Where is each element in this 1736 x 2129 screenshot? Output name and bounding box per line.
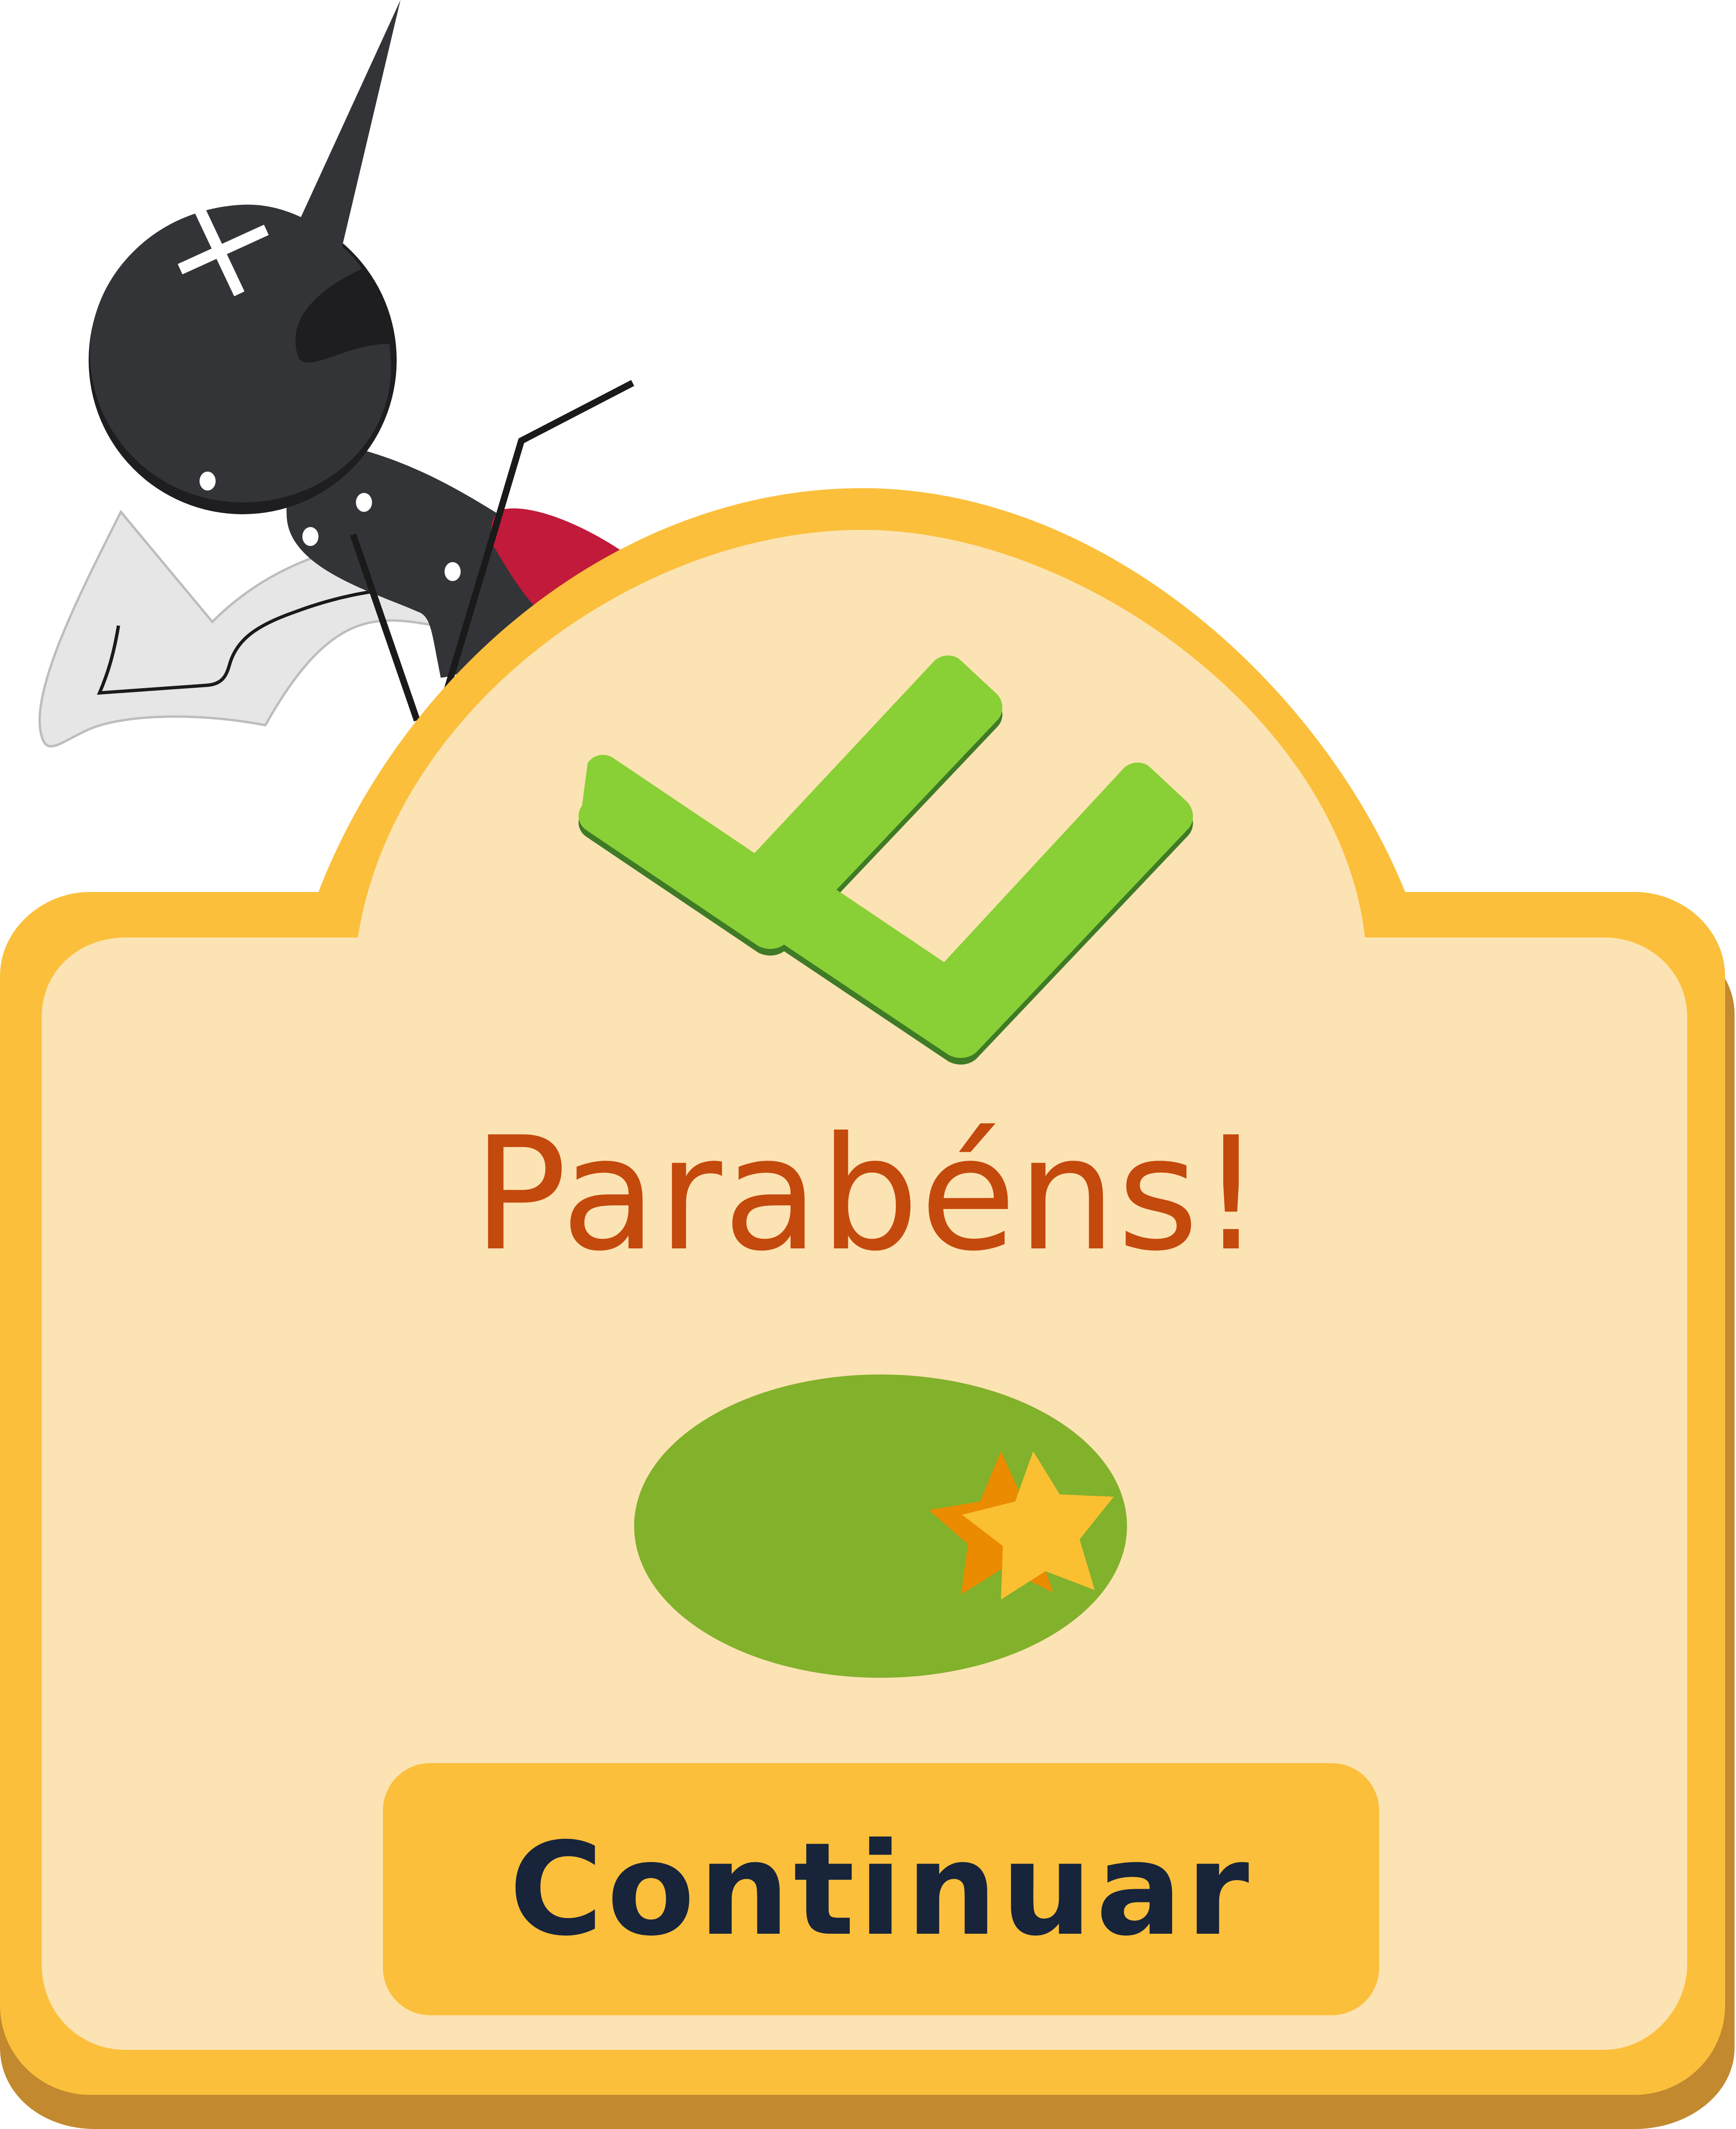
continue-button-label: Continuar <box>509 1814 1253 1964</box>
continue-button[interactable]: Continuar <box>383 1763 1379 2015</box>
level-complete-screen: Parabéns! Continuar <box>0 0 1736 2129</box>
congratulations-title: Parabéns! <box>473 1103 1263 1285</box>
